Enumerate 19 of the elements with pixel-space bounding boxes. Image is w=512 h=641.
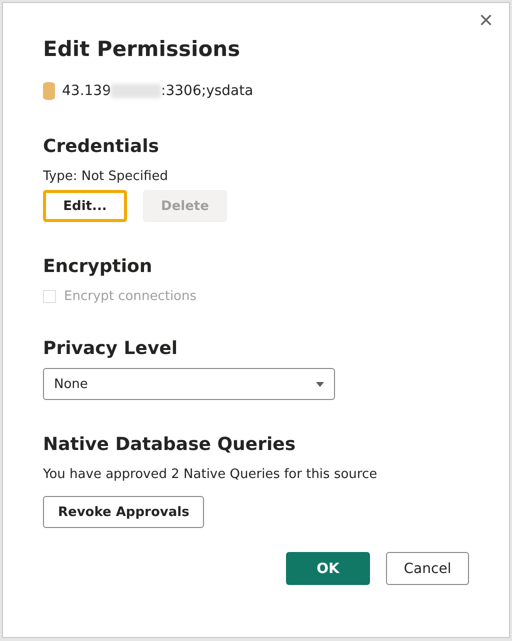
- caret-icon: [316, 382, 324, 386]
- address-text: 43.139: [62, 83, 111, 99]
- redaction-blur: [111, 84, 161, 98]
- close-button[interactable]: ×: [474, 9, 497, 33]
- section-heading: Native Database Queries: [43, 434, 297, 455]
- database-icon: [43, 82, 55, 100]
- revoke-approvals-button[interactable]: Revoke Approvals: [43, 496, 204, 528]
- ok-button[interactable]: OK: [286, 552, 370, 585]
- section-heading: Credentials: [43, 136, 160, 157]
- checkbox-label: Encrypt connections: [64, 289, 197, 304]
- credential-type: Type: Not Specified: [43, 169, 169, 184]
- cancel-button[interactable]: Cancel: [386, 552, 469, 585]
- section-heading: Privacy Level: [43, 338, 179, 359]
- section-heading: Encryption: [43, 256, 154, 277]
- edit-button[interactable]: Edit...: [43, 190, 127, 222]
- dialog-title: Edit Permissions: [43, 37, 242, 61]
- approval-text: You have approved 2 Native Queries for this source: [43, 467, 378, 482]
- address-text: :3306;ysdata: [161, 83, 254, 99]
- privacy-level-dropdown[interactable]: None: [43, 368, 335, 400]
